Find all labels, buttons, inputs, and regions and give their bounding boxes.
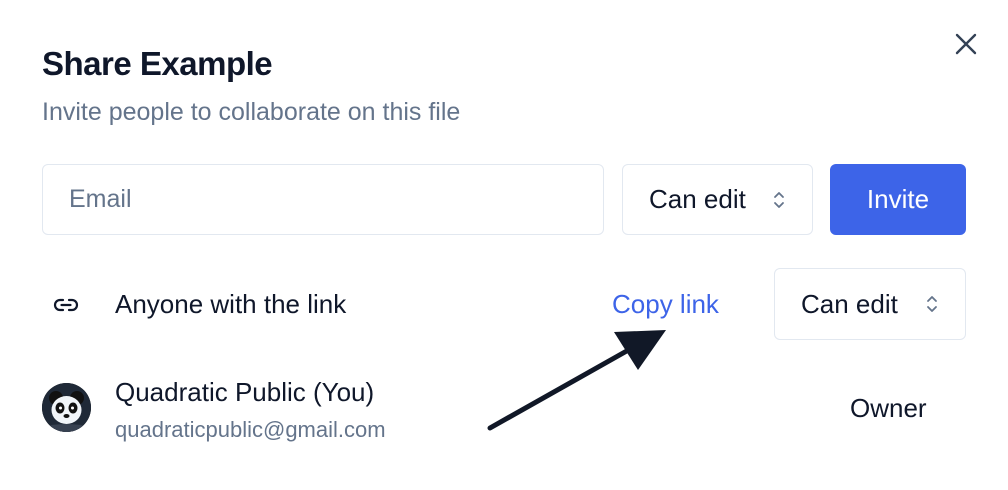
annotation-arrow: [487, 330, 666, 431]
link-sharing-label: Anyone with the link: [115, 289, 347, 319]
chevron-up-down-icon: [772, 189, 786, 211]
share-dialog: Share Example Invite people to collabora…: [0, 0, 1008, 490]
member-role: Owner: [850, 393, 927, 423]
avatar: [42, 383, 91, 432]
close-icon: [955, 33, 977, 55]
chevron-up-down-icon: [925, 293, 939, 315]
email-input[interactable]: [42, 164, 604, 235]
close-button[interactable]: [950, 28, 982, 60]
dialog-subtitle: Invite people to collaborate on this fil…: [42, 98, 461, 126]
invite-permission-select[interactable]: Can edit: [622, 164, 813, 235]
member-name: Quadratic Public (You): [115, 377, 375, 407]
copy-link-button[interactable]: Copy link: [612, 286, 719, 322]
link-permission-value: Can edit: [801, 288, 898, 319]
link-permission-select[interactable]: Can edit: [774, 268, 966, 340]
link-icon: [53, 298, 79, 312]
panda-avatar-icon: [42, 383, 91, 432]
invite-permission-value: Can edit: [649, 184, 746, 214]
member-email: quadraticpublic@gmail.com: [115, 417, 386, 442]
invite-button[interactable]: Invite: [830, 164, 966, 235]
dialog-title: Share Example: [42, 45, 273, 82]
